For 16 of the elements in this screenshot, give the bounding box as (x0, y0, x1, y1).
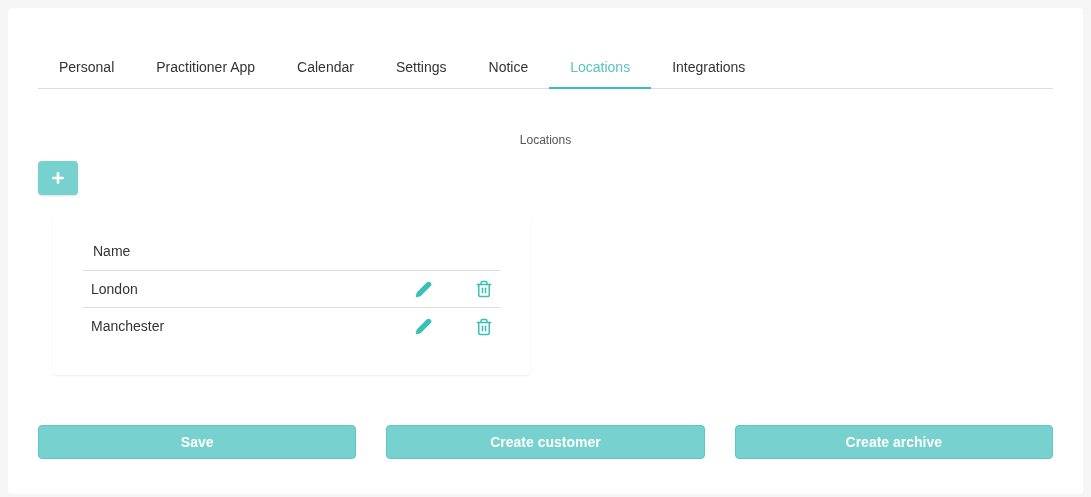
tab[interactable]: Calendar (276, 48, 375, 89)
plus-icon (50, 170, 66, 186)
table-cell-text: London (91, 279, 139, 299)
tab[interactable]: Settings (374, 48, 468, 89)
tab[interactable]: Practitioner App (135, 48, 277, 89)
tab[interactable]: Integrations (651, 48, 767, 89)
edit-icon[interactable] (415, 280, 432, 298)
add-button[interactable] (38, 161, 78, 195)
edit-icon[interactable] (415, 318, 432, 335)
table-cell-text: Manchester (91, 317, 166, 336)
delete-icon[interactable] (475, 317, 493, 336)
column-header: Name (93, 243, 131, 259)
delete-icon[interactable] (475, 280, 493, 298)
section-title: Locations (519, 132, 572, 149)
tab[interactable]: Personal (38, 48, 136, 89)
tab[interactable]: Notice (467, 48, 550, 89)
